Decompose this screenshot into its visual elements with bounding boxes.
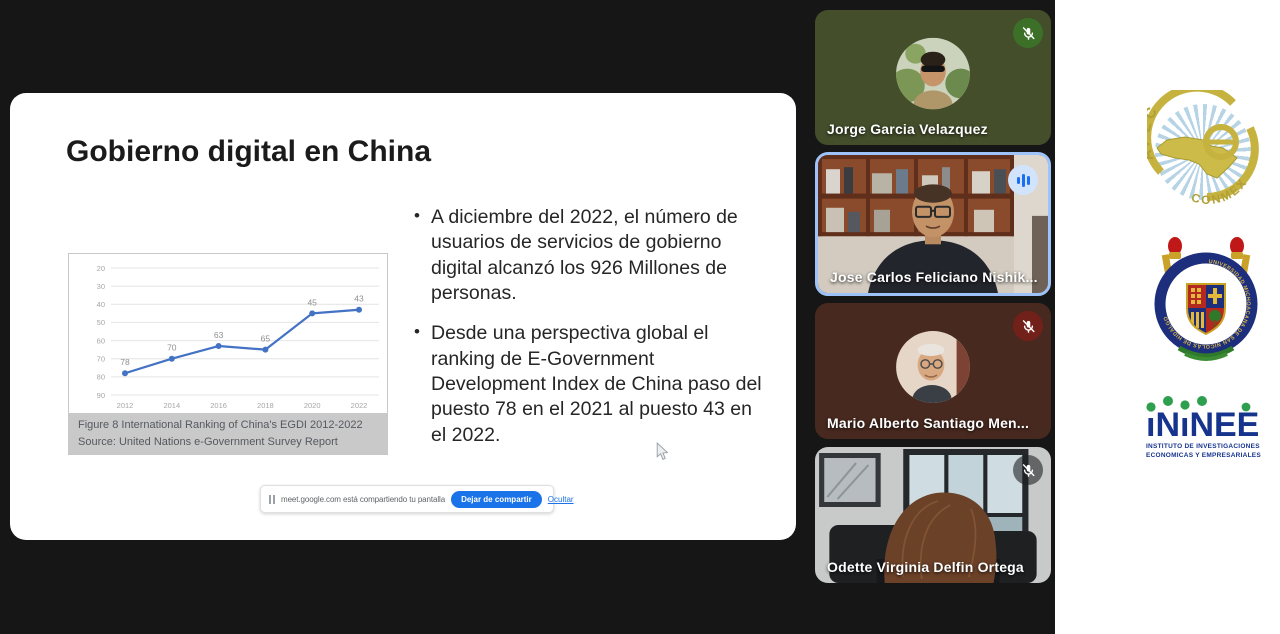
pause-icon: [269, 495, 275, 504]
speaking-indicator-icon: [1008, 165, 1038, 195]
egdi-figure: 20 30 40 50 60 70 80 90 2012 2014 2016 2018 2020 2022…: [68, 253, 388, 455]
participant-tile-mario[interactable]: Mario Alberto Santiago Men...: [815, 303, 1051, 439]
svg-text:CONMEX: CONMEX: [1190, 175, 1250, 207]
svg-text:43: 43: [354, 294, 364, 304]
slide-bullet-list: A diciembre del 2022, el número de usuar…: [414, 205, 768, 463]
svg-text:78: 78: [120, 357, 130, 367]
svg-text:70: 70: [97, 355, 105, 364]
shared-screen-area: Gobierno digital en China 20 30 40 50 60 70 80…: [0, 0, 1055, 634]
share-message: meet.google.com está compartiendo tu pan…: [281, 495, 445, 504]
svg-text:70: 70: [167, 343, 177, 353]
screen-share-bar: meet.google.com está compartiendo tu pan…: [260, 485, 554, 513]
svg-text:50: 50: [97, 318, 105, 327]
conmex-text: CONMEX: [1190, 175, 1250, 207]
participant-tile-odette[interactable]: Odette Virginia Delfin Ortega: [815, 447, 1051, 583]
svg-text:80: 80: [97, 373, 105, 382]
participant-tile-jorge[interactable]: Jorge Garcia Velazquez: [815, 10, 1051, 145]
participant-tile-jose-carlos[interactable]: Jose Carlos Feliciano Nishik...: [815, 152, 1051, 296]
slide-title: Gobierno digital en China: [66, 135, 431, 169]
svg-text:2016: 2016: [210, 401, 227, 410]
svg-text:APEC: APEC: [1147, 102, 1162, 163]
figure-caption: Figure 8 International Ranking of China'…: [69, 413, 387, 454]
svg-text:60: 60: [97, 336, 105, 345]
participant-name: Jorge Garcia Velazquez: [827, 121, 988, 137]
bullet-item: A diciembre del 2022, el número de usuar…: [414, 205, 768, 306]
mic-muted-icon: [1013, 455, 1043, 485]
mic-muted-icon: [1013, 18, 1043, 48]
presentation-slide: Gobierno digital en China 20 30 40 50 60 70 80…: [10, 93, 796, 540]
apec-text: APEC: [1147, 102, 1162, 163]
figure-caption-source: Source: United Nations e-Government Surv…: [78, 434, 378, 451]
ininee-subtitle-line1: INSTITUTO DE INVESTIGACIONES: [1146, 443, 1270, 451]
svg-text:2014: 2014: [163, 401, 180, 410]
stop-sharing-button[interactable]: Dejar de compartir: [451, 491, 542, 508]
svg-text:2018: 2018: [257, 401, 274, 410]
participant-name: Jose Carlos Feliciano Nishik...: [830, 269, 1038, 285]
umsnh-crest-logo: UNIVERSIDAD MICHOACANA DE SAN NICOLÁS DE…: [1153, 236, 1259, 366]
svg-text:20: 20: [97, 264, 105, 273]
ininee-wordmark: ıNıNEE: [1146, 406, 1259, 442]
bullet-item: Desde una perspectiva global el ranking …: [414, 321, 768, 448]
hide-share-bar-link[interactable]: Ocultar: [548, 495, 574, 504]
ininee-logo: ıNıNEE INSTITUTO DE INVESTIGACIONES ECON…: [1146, 396, 1270, 460]
svg-text:2020: 2020: [304, 401, 321, 410]
svg-text:45: 45: [307, 297, 317, 307]
mouse-cursor-icon: [656, 442, 669, 461]
meet-window: Gobierno digital en China 20 30 40 50 60 70 80…: [0, 0, 1280, 634]
svg-text:90: 90: [97, 391, 105, 400]
ininee-subtitle-line2: ECONOMICAS Y EMPRESARIALES: [1146, 452, 1270, 460]
svg-text:65: 65: [261, 334, 271, 344]
participant-name: Odette Virginia Delfin Ortega: [827, 559, 1024, 575]
svg-text:2012: 2012: [117, 401, 134, 410]
svg-text:2022: 2022: [351, 401, 368, 410]
apec-conmex-logo: APEC CONMEX: [1147, 90, 1265, 208]
participant-name: Mario Alberto Santiago Men...: [827, 415, 1029, 431]
svg-text:63: 63: [214, 330, 224, 340]
svg-text:30: 30: [97, 282, 105, 291]
egdi-line-chart: 20 30 40 50 60 70 80 90 2012 2014 2016 2018 2020 2022…: [69, 254, 387, 413]
svg-text:40: 40: [97, 300, 105, 309]
figure-caption-title: Figure 8 International Ranking of China'…: [78, 417, 378, 434]
mic-muted-icon: [1013, 311, 1043, 341]
